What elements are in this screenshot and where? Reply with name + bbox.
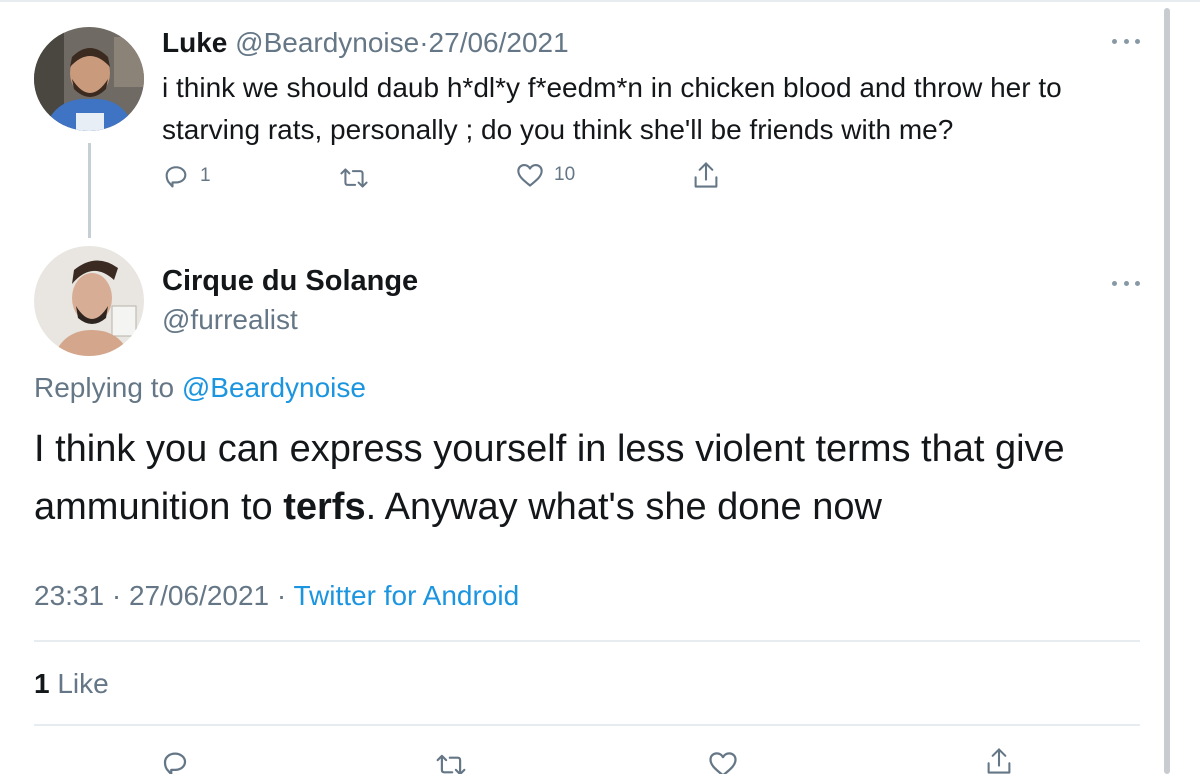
parent-tweet-header: Luke @Beardynoise·27/06/2021 xyxy=(162,26,569,60)
reply-author-name[interactable]: Cirque du Solange xyxy=(162,265,418,298)
more-icon[interactable] xyxy=(1112,278,1140,288)
parent-tweet-date[interactable]: 27/06/2021 xyxy=(429,27,569,58)
reply-count: 1 xyxy=(200,165,211,186)
likes-summary[interactable]: 1 Like xyxy=(34,668,109,700)
avatar-cirque[interactable] xyxy=(34,246,144,356)
scrollbar[interactable] xyxy=(1164,8,1170,774)
replying-to-mention[interactable]: @Beardynoise xyxy=(182,372,366,403)
reply-text-bold: terfs xyxy=(283,486,366,528)
like-button[interactable]: 10 xyxy=(516,162,575,188)
share-icon xyxy=(987,748,1011,774)
more-icon[interactable] xyxy=(1112,36,1140,46)
share-button[interactable] xyxy=(984,746,1014,774)
divider xyxy=(34,724,1140,726)
thread-connector-line xyxy=(88,143,91,238)
like-icon xyxy=(517,164,543,187)
reply-author-handle[interactable]: @furrealist xyxy=(162,304,298,336)
like-icon xyxy=(709,752,737,774)
avatar-luke[interactable] xyxy=(34,27,144,131)
divider xyxy=(34,640,1140,642)
share-icon xyxy=(694,162,718,188)
retweet-button[interactable] xyxy=(338,164,370,192)
header-separator: · xyxy=(419,27,429,58)
likes-label: Like xyxy=(57,668,109,699)
meta-separator: · xyxy=(111,580,122,611)
retweet-button[interactable] xyxy=(434,750,468,774)
replying-to-label: Replying to xyxy=(34,372,175,403)
tweet-source[interactable]: Twitter for Android xyxy=(294,580,520,611)
tweet-date[interactable]: 27/06/2021 xyxy=(129,580,269,611)
likes-count: 1 xyxy=(34,668,50,699)
tweet-time[interactable]: 23:31 xyxy=(34,580,104,611)
replying-to: Replying to @Beardynoise xyxy=(34,372,366,404)
top-divider xyxy=(0,0,1200,2)
retweet-icon xyxy=(436,754,466,774)
like-button[interactable] xyxy=(708,750,738,774)
share-button[interactable] xyxy=(692,160,720,190)
parent-author-handle[interactable]: @Beardynoise xyxy=(235,27,419,58)
parent-author-name[interactable]: Luke xyxy=(162,27,227,58)
reply-tweet-text: I think you can express yourself in less… xyxy=(34,420,1144,536)
reply-icon xyxy=(165,166,187,188)
parent-tweet-text: i think we should daub h*dl*y f*eedm*n i… xyxy=(162,72,1062,145)
tweet-metadata: 23:31 · 27/06/2021 · Twitter for Android xyxy=(34,580,519,612)
reply-button[interactable] xyxy=(160,748,190,774)
meta-separator: · xyxy=(276,580,287,611)
reply-button[interactable]: 1 xyxy=(162,162,211,190)
reply-text-part: . Anyway what's she done now xyxy=(365,486,882,528)
reply-icon xyxy=(163,752,187,774)
like-count: 10 xyxy=(554,164,576,185)
retweet-icon xyxy=(340,168,368,188)
